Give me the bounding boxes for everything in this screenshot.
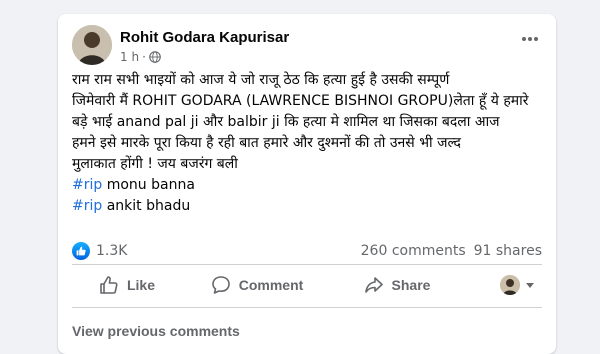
share-count[interactable]: 91 shares	[474, 243, 542, 259]
post-meta: 1 h ·	[120, 50, 161, 64]
comment-icon	[211, 276, 230, 294]
post-stats: 1.3K 260 comments 91 shares	[72, 241, 542, 261]
react-as-selector[interactable]	[500, 275, 542, 295]
post-text-line: हमने इसे मारके पूरा किया है रही बात हमार…	[72, 135, 461, 151]
avatar-image	[72, 25, 112, 65]
action-bar: Like Comment Share	[72, 265, 542, 305]
comment-label: Comment	[238, 277, 304, 293]
post-text-line: मुलाकात होंगी ! जय बजरंग बली	[72, 156, 238, 172]
post-body: राम राम सभी भाइयों को आज ये जो राजू ठेठ …	[72, 70, 546, 217]
hashtag-line: #rip ankit bhadu	[72, 196, 546, 217]
post-text-line: जिमेवारी मैं ROHIT GODARA (LAWRENCE BISH…	[72, 93, 529, 109]
chevron-down-icon	[526, 282, 534, 288]
comment-count[interactable]: 260 comments	[361, 243, 466, 259]
thumbs-up-icon	[100, 276, 118, 294]
hashtag-text: ankit bhadu	[102, 198, 191, 214]
divider	[72, 307, 542, 308]
like-label: Like	[126, 277, 155, 293]
share-button[interactable]: Share	[332, 267, 462, 303]
post-header: Rohit Godara Kapurisar 1 h ·	[72, 25, 542, 67]
more-dots-icon	[522, 37, 538, 41]
author-avatar[interactable]	[72, 25, 112, 65]
reaction-summary[interactable]: 1.3K	[72, 242, 127, 260]
reaction-count: 1.3K	[96, 243, 128, 259]
more-options-button[interactable]	[518, 27, 542, 51]
share-label: Share	[391, 277, 431, 293]
hashtag-link[interactable]: #rip	[72, 198, 102, 214]
comment-button[interactable]: Comment	[182, 267, 332, 303]
globe-icon[interactable]	[149, 51, 161, 63]
view-previous-comments-link[interactable]: View previous comments	[72, 323, 240, 339]
hashtag-link[interactable]: #rip	[72, 177, 102, 193]
stats-right: 260 comments 91 shares	[361, 243, 542, 259]
profile-avatar-icon	[500, 275, 520, 295]
meta-separator: ·	[142, 50, 146, 64]
post-text-line: बड़े भाई anand pal ji और balbir ji कि हत…	[72, 114, 500, 130]
like-button[interactable]: Like	[72, 267, 182, 303]
post-timestamp[interactable]: 1 h	[120, 50, 139, 64]
post-text-line: राम राम सभी भाइयों को आज ये जो राजू ठेठ …	[72, 72, 450, 88]
author-name[interactable]: Rohit Godara Kapurisar	[120, 29, 289, 46]
hashtag-line: #rip monu banna	[72, 175, 546, 196]
like-reaction-icon	[72, 242, 90, 260]
hashtag-text: monu banna	[102, 177, 195, 193]
post-card: Rohit Godara Kapurisar 1 h · राम राम सभी…	[58, 14, 556, 354]
share-arrow-icon	[364, 277, 383, 293]
